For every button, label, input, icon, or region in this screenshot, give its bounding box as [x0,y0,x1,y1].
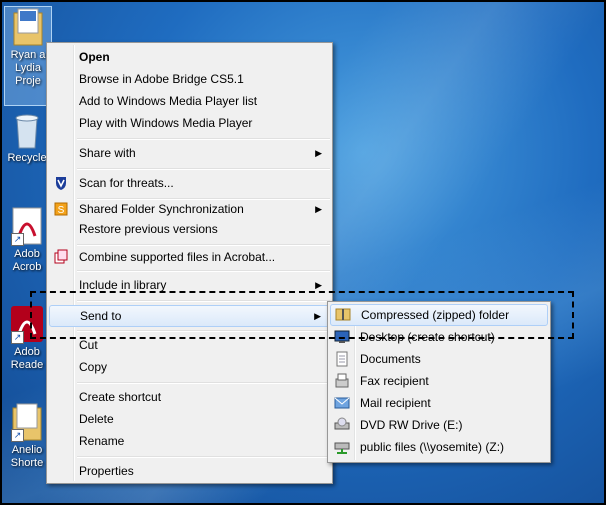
menu-item-label: Rename [79,434,125,448]
menu-separator [77,382,330,384]
menu-item-label: DVD RW Drive (E:) [360,418,463,432]
shortcut-arrow-icon: ↗ [11,331,24,344]
menu-item-label: Browse in Adobe Bridge CS5.1 [79,72,244,86]
submenu-arrow-icon: ▶ [315,204,322,214]
menu-item-label: Share with [79,146,136,160]
menu-item-shared-folder-sync[interactable]: S Shared Folder Synchronization ▶ [49,198,330,220]
menu-item-label: Scan for threats... [79,176,174,190]
desktop-icon-label: Adob Acrob [12,248,42,273]
menu-separator [77,138,330,140]
menu-separator [77,168,330,170]
menu-item-copy[interactable]: Copy [49,356,330,378]
menu-item-label: Combine supported files in Acrobat... [79,250,276,264]
menu-item-label: Play with Windows Media Player [79,116,253,130]
desktop-icon-recycle-bin[interactable]: Recycle [4,110,50,165]
menu-item-open[interactable]: Open [49,46,330,68]
menu-item-label: Fax recipient [360,374,429,388]
menu-item-play-with-wmp[interactable]: Play with Windows Media Player [49,112,330,134]
mail-icon [334,395,350,411]
menu-item-add-to-wmp-list[interactable]: Add to Windows Media Player list [49,90,330,112]
folder-icon [10,7,46,47]
menu-item-rename[interactable]: Rename [49,430,330,452]
pdf-icon: ↗ [9,206,45,246]
desktop-icon-label: Adob Reade [10,346,44,371]
menu-item-label: Open [79,50,110,64]
acrobat-combine-icon [53,249,69,265]
menu-item-label: Properties [79,464,134,478]
svg-text:S: S [58,205,65,216]
dvd-drive-icon [334,417,350,433]
sync-folder-icon: S [53,201,69,217]
menu-item-label: Restore previous versions [79,222,218,236]
menu-item-label: Copy [79,360,108,374]
recycle-bin-icon [9,110,45,150]
send-to-dvd-drive[interactable]: DVD RW Drive (E:) [330,414,548,436]
desktop: Ryan a Lydia Proje Recycle ↗ Adob Acrob … [0,0,606,505]
menu-item-label: Shared Folder Synchronization [79,202,244,216]
folder-icon: ↗ [9,402,45,442]
send-to-documents[interactable]: Documents [330,348,548,370]
shortcut-arrow-icon: ↗ [11,233,24,246]
context-menu: Open Browse in Adobe Bridge CS5.1 Add to… [46,42,333,484]
shield-icon [53,175,69,191]
desktop-icon-label: Ryan a Lydia Proje [10,49,46,87]
send-to-mail-recipient[interactable]: Mail recipient [330,392,548,414]
menu-item-label: Create shortcut [79,390,162,404]
desktop-icon-project-folder[interactable]: Ryan a Lydia Proje [4,6,52,106]
desktop-icon-shortcut-folder[interactable]: ↗ Anelio Shorte [4,402,50,470]
menu-item-restore-previous-versions[interactable]: Restore previous versions [49,218,330,240]
fax-icon [334,373,350,389]
desktop-icon-adobe-acrobat[interactable]: ↗ Adob Acrob [4,206,50,274]
desktop-icon-label: Recycle [7,152,47,164]
menu-item-label: Delete [79,412,114,426]
menu-item-combine-in-acrobat[interactable]: Combine supported files in Acrobat... [49,246,330,268]
menu-item-label: Documents [360,352,421,366]
send-to-fax-recipient[interactable]: Fax recipient [330,370,548,392]
menu-item-share-with[interactable]: Share with ▶ [49,142,330,164]
send-to-network-drive[interactable]: public files (\\yosemite) (Z:) [330,436,548,458]
menu-item-delete[interactable]: Delete [49,408,330,430]
menu-separator [77,456,330,458]
menu-item-scan-for-threats[interactable]: Scan for threats... [49,172,330,194]
documents-icon [334,351,350,367]
menu-item-label: Add to Windows Media Player list [79,94,258,108]
menu-item-label: Include in library [79,278,167,292]
network-drive-icon [334,439,350,455]
menu-item-label: Mail recipient [360,396,431,410]
shortcut-arrow-icon: ↗ [11,429,24,442]
menu-item-properties[interactable]: Properties [49,460,330,482]
menu-item-create-shortcut[interactable]: Create shortcut [49,386,330,408]
menu-item-label: public files (\\yosemite) (Z:) [360,440,505,454]
submenu-arrow-icon: ▶ [315,148,322,158]
annotation-dashed-highlight [30,291,574,339]
menu-item-browse-in-bridge[interactable]: Browse in Adobe Bridge CS5.1 [49,68,330,90]
menu-item-label: Cut [79,338,98,352]
desktop-icon-label: Anelio Shorte [10,444,44,469]
menu-separator [77,270,330,272]
